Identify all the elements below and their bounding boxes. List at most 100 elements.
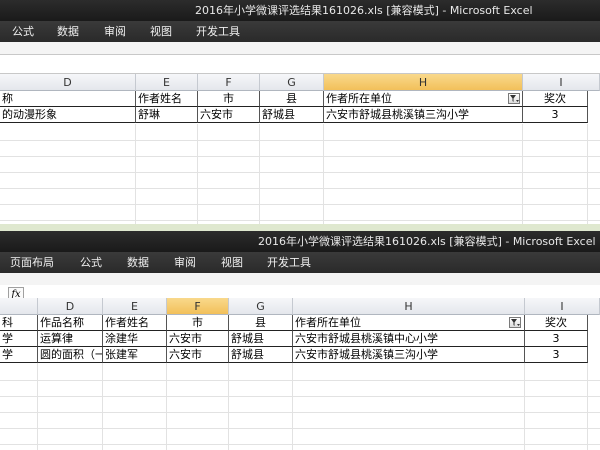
- grid-line: [292, 363, 293, 450]
- grid-line: [135, 124, 136, 224]
- grid-line: [0, 140, 600, 141]
- sheet-grid: D E F G H I 称 作者姓名 市 县 作者所在单位 奖次 的动漫形象 舒…: [0, 74, 600, 224]
- grid-line: [524, 363, 525, 450]
- cell-school[interactable]: 六安市舒城县桃溪镇三沟小学: [293, 347, 525, 363]
- header-cell-school[interactable]: 作者所在单位: [293, 315, 525, 331]
- grid-line: [259, 124, 260, 224]
- tab-data[interactable]: 数据: [127, 252, 149, 273]
- grid-line: [0, 156, 600, 157]
- sheet-grid: D E F G H I 科 作品名称 作者姓名 市 县 作者所在单位 奖次 学 …: [0, 298, 600, 450]
- col-header-f[interactable]: F: [167, 298, 229, 315]
- header-cell-school[interactable]: 作者所在单位: [324, 91, 523, 107]
- tab-view[interactable]: 视图: [150, 21, 172, 42]
- grid-line: [197, 124, 198, 224]
- cell-subject[interactable]: 学: [0, 347, 38, 363]
- tab-review[interactable]: 审阅: [174, 252, 196, 273]
- col-header-f[interactable]: F: [198, 74, 260, 91]
- col-header-h[interactable]: H: [293, 298, 525, 315]
- grid-line: [323, 124, 324, 224]
- cell-school[interactable]: 六安市舒城县桃溪镇中心小学: [293, 331, 525, 347]
- grid-line: [0, 444, 600, 445]
- grid-line: [0, 188, 600, 189]
- cell-county[interactable]: 舒城县: [260, 107, 324, 123]
- col-header-e[interactable]: E: [103, 298, 167, 315]
- cell-school[interactable]: 六安市舒城县桃溪镇三沟小学: [324, 107, 523, 123]
- header-cell-work-name[interactable]: 称: [0, 91, 136, 107]
- header-cell-author[interactable]: 作者姓名: [103, 315, 167, 331]
- window-title: 2016年小学微课评选结果161026.xls [兼容模式] - Microso…: [258, 235, 596, 248]
- grid-line: [587, 124, 588, 224]
- col-header-d[interactable]: D: [38, 298, 103, 315]
- header-cell-county[interactable]: 县: [229, 315, 293, 331]
- grid-line: [37, 363, 38, 450]
- cell-author[interactable]: 张建军: [103, 347, 167, 363]
- screenshot-divider: [0, 224, 600, 231]
- cell-city[interactable]: 六安市: [167, 347, 229, 363]
- filter-dropdown-button[interactable]: [509, 317, 521, 328]
- header-cell-city[interactable]: 市: [167, 315, 229, 331]
- cell-work-name[interactable]: 圆的面积（一: [38, 347, 103, 363]
- grid-line: [587, 363, 588, 450]
- cell-author[interactable]: 涂建华: [103, 331, 167, 347]
- tab-developer[interactable]: 开发工具: [196, 21, 240, 42]
- header-cell-school-label: 作者所在单位: [295, 316, 361, 329]
- tab-developer[interactable]: 开发工具: [267, 252, 311, 273]
- cell-author[interactable]: 舒琳: [136, 107, 198, 123]
- grid-line: [0, 204, 600, 205]
- tab-view[interactable]: 视图: [221, 252, 243, 273]
- col-header-i[interactable]: I: [525, 298, 600, 315]
- header-cell-work-name[interactable]: 作品名称: [38, 315, 103, 331]
- filter-icon: [511, 319, 520, 326]
- cell-work-name[interactable]: 运算律: [38, 331, 103, 347]
- header-cell-award[interactable]: 奖次: [525, 315, 588, 331]
- cell-city[interactable]: 六安市: [167, 331, 229, 347]
- tab-formulas[interactable]: 公式: [80, 252, 102, 273]
- col-header-c[interactable]: [0, 298, 38, 315]
- grid-line: [166, 363, 167, 450]
- cell-city[interactable]: 六安市: [198, 107, 260, 123]
- cell-subject[interactable]: 学: [0, 331, 38, 347]
- col-header-i[interactable]: I: [523, 74, 600, 91]
- ribbon-tabs: 公式 数据 审阅 视图 开发工具: [0, 21, 600, 42]
- header-cell-school-label: 作者所在单位: [326, 92, 392, 105]
- grid-line: [0, 396, 600, 397]
- tab-data[interactable]: 数据: [57, 21, 79, 42]
- header-cell-county[interactable]: 县: [260, 91, 324, 107]
- window-title: 2016年小学微课评选结果161026.xls [兼容模式] - Microso…: [195, 4, 533, 17]
- grid-line: [0, 220, 600, 221]
- col-header-e[interactable]: E: [136, 74, 198, 91]
- tab-page-layout[interactable]: 页面布局: [10, 252, 54, 273]
- grid-line: [0, 412, 600, 413]
- tab-formulas[interactable]: 公式: [12, 21, 34, 42]
- cell-award[interactable]: 3: [525, 347, 588, 363]
- excel-window-bottom: 2016年小学微课评选结果161026.xls [兼容模式] - Microso…: [0, 231, 600, 450]
- header-cell-award[interactable]: 奖次: [523, 91, 588, 107]
- header-cell-author[interactable]: 作者姓名: [136, 91, 198, 107]
- tab-review[interactable]: 审阅: [104, 21, 126, 42]
- cell-award[interactable]: 3: [525, 331, 588, 347]
- ribbon-tabs: 页面布局 公式 数据 审阅 视图 开发工具: [0, 252, 600, 273]
- grid-line: [102, 363, 103, 450]
- col-header-d[interactable]: D: [0, 74, 136, 91]
- grid-line: [228, 363, 229, 450]
- grid-line: [0, 172, 600, 173]
- col-header-g[interactable]: G: [229, 298, 293, 315]
- cell-work-name[interactable]: 的动漫形象: [0, 107, 136, 123]
- cell-award[interactable]: 3: [523, 107, 588, 123]
- filter-icon: [510, 95, 519, 102]
- grid-line: [522, 124, 523, 224]
- cell-county[interactable]: 舒城县: [229, 347, 293, 363]
- filter-dropdown-button[interactable]: [508, 93, 520, 104]
- grid-line: [0, 380, 600, 381]
- excel-window-top: 2016年小学微课评选结果161026.xls [兼容模式] - Microso…: [0, 0, 600, 224]
- col-header-h[interactable]: H: [324, 74, 523, 91]
- cell-county[interactable]: 舒城县: [229, 331, 293, 347]
- col-header-g[interactable]: G: [260, 74, 324, 91]
- header-cell-city[interactable]: 市: [198, 91, 260, 107]
- title-bar: 2016年小学微课评选结果161026.xls [兼容模式] - Microso…: [0, 0, 600, 21]
- title-bar: 2016年小学微课评选结果161026.xls [兼容模式] - Microso…: [0, 231, 600, 252]
- formula-bar[interactable]: [0, 55, 600, 74]
- header-cell-subject[interactable]: 科: [0, 315, 38, 331]
- ribbon-body: [0, 42, 600, 55]
- grid-line: [0, 428, 600, 429]
